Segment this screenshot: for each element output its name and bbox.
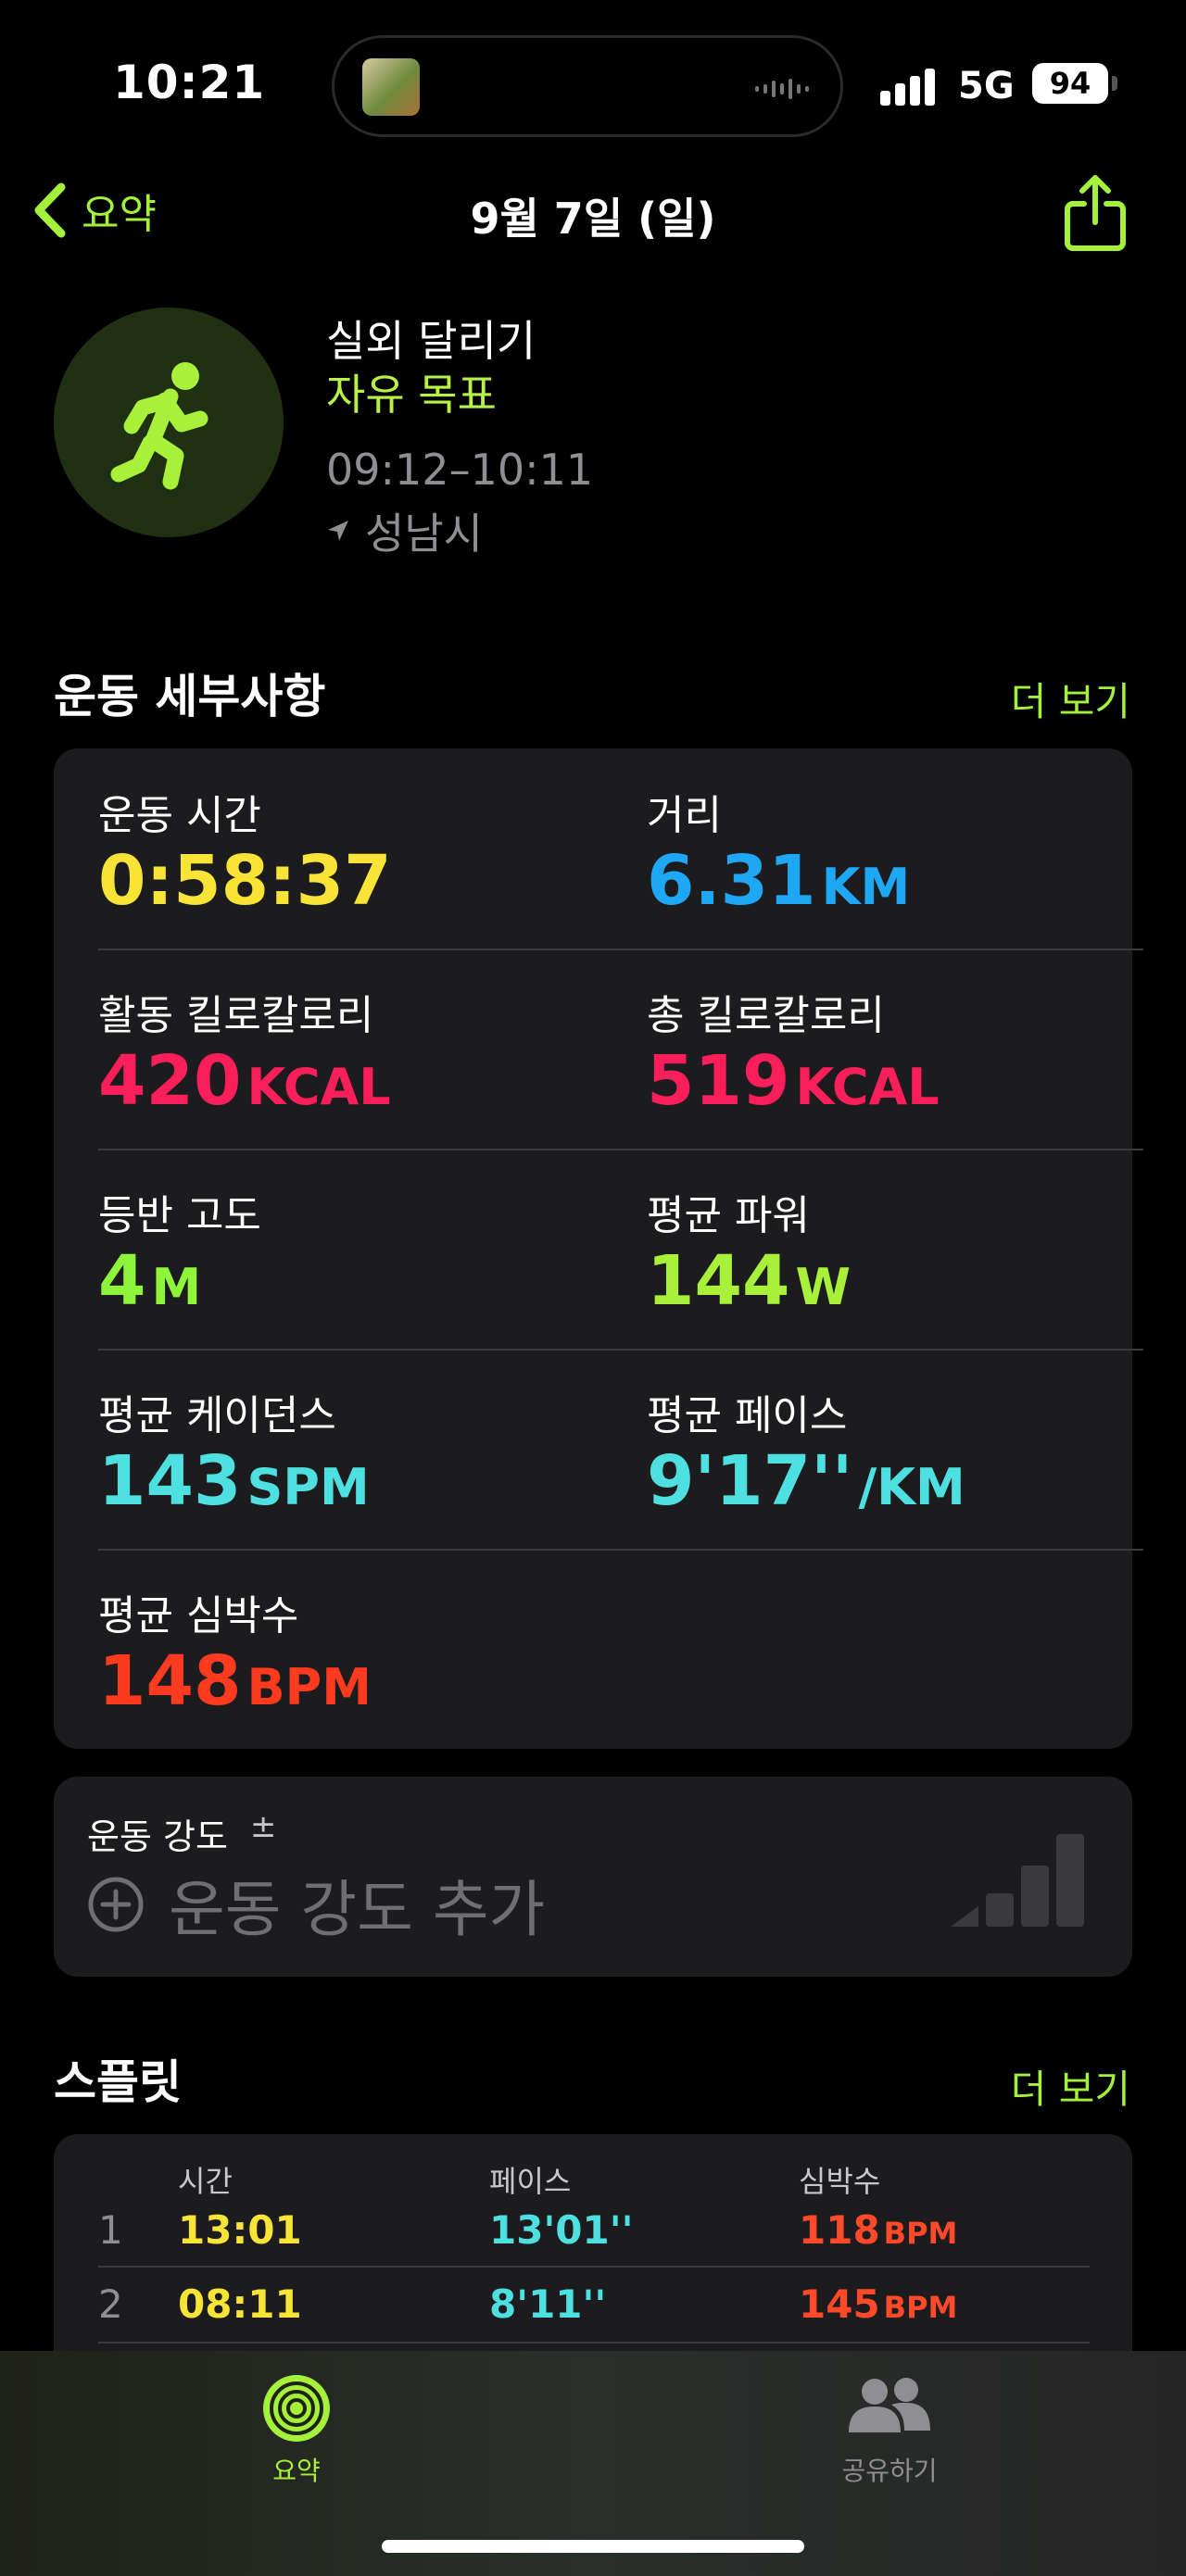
split-header-heart-rate: 심박수 bbox=[799, 2164, 881, 2199]
home-indicator[interactable] bbox=[382, 2540, 804, 2553]
effort-card[interactable]: 운동 강도 ± 운동 강도 추가 bbox=[54, 1777, 1132, 1977]
details-section-title: 운동 세부사항 bbox=[54, 670, 326, 723]
workout-goal: 자유 목표 bbox=[326, 370, 497, 420]
network-type: 5G bbox=[958, 65, 1015, 107]
add-effort-label: 운동 강도 추가 bbox=[169, 1874, 546, 1945]
split-heart-rate: 145 BPM bbox=[799, 2281, 958, 2327]
split-index: 1 bbox=[98, 2207, 123, 2253]
metric-label-duration: 운동 시간 bbox=[98, 792, 261, 839]
plus-circle-icon bbox=[88, 1877, 144, 1932]
now-playing-artwork bbox=[362, 58, 420, 116]
row-divider bbox=[98, 949, 1143, 950]
effort-label: 운동 강도 bbox=[87, 1816, 228, 1857]
status-time: 10:21 bbox=[113, 56, 266, 109]
metric-label-cadence: 평균 케이던스 bbox=[98, 1392, 336, 1439]
effort-scale-icon bbox=[951, 1834, 1084, 1927]
row-divider bbox=[98, 1549, 1143, 1551]
splits-section-title: 스플릿 bbox=[54, 2055, 182, 2109]
metric-value-active-kcal: 420 KCAL bbox=[98, 1041, 391, 1121]
details-card: 운동 시간 0:58:37 거리 6.31 KM 활동 킬로칼로리 420 KCAL… bbox=[54, 748, 1143, 1749]
row-divider bbox=[98, 2342, 1090, 2344]
metric-label-pace: 평균 페이스 bbox=[647, 1392, 848, 1439]
activity-rings-icon bbox=[263, 2375, 330, 2442]
metric-label-active-kcal: 활동 킬로칼로리 bbox=[98, 992, 374, 1039]
metric-value-heart-rate: 148 BPM bbox=[98, 1641, 372, 1721]
running-activity-icon bbox=[54, 308, 284, 537]
metric-value-cadence: 143 SPM bbox=[98, 1441, 370, 1521]
tab-summary-label: 요약 bbox=[272, 2456, 321, 2486]
runner-icon bbox=[110, 362, 208, 490]
workout-location: 성남시 bbox=[326, 500, 483, 561]
split-header-pace: 페이스 bbox=[489, 2164, 572, 2199]
metric-value-elevation: 4M bbox=[98, 1241, 202, 1321]
metric-value-total-kcal: 519 KCAL bbox=[647, 1041, 940, 1121]
split-time: 13:01 bbox=[178, 2207, 302, 2253]
battery-indicator: 94 bbox=[1032, 63, 1108, 104]
tab-sharing[interactable]: 공유하기 bbox=[741, 2351, 1038, 2499]
battery-tip bbox=[1112, 76, 1117, 91]
add-effort-button[interactable]: 운동 강도 추가 bbox=[87, 1867, 545, 1945]
split-heart-rate: 118 BPM bbox=[799, 2207, 958, 2253]
split-time: 08:11 bbox=[178, 2281, 302, 2327]
metric-label-total-kcal: 총 킬로칼로리 bbox=[647, 992, 885, 1039]
split-header-time: 시간 bbox=[178, 2164, 233, 2199]
row-divider bbox=[98, 1149, 1143, 1150]
splits-more-link[interactable]: 더 보기 bbox=[1011, 2058, 1130, 2115]
tab-summary[interactable]: 요약 bbox=[148, 2351, 445, 2499]
tab-sharing-label: 공유하기 bbox=[841, 2456, 938, 2486]
location-arrow-icon bbox=[328, 521, 348, 541]
metric-label-elevation: 등반 고도 bbox=[98, 1192, 261, 1239]
share-icon bbox=[1065, 175, 1126, 251]
workout-time-range: 09:12–10:11 bbox=[326, 445, 594, 495]
share-button[interactable] bbox=[1062, 172, 1129, 252]
metric-value-pace: 9'17''/KM bbox=[647, 1441, 965, 1521]
split-pace: 8'11'' bbox=[489, 2281, 607, 2327]
row-divider bbox=[98, 1349, 1143, 1351]
dynamic-island[interactable] bbox=[332, 35, 843, 137]
audio-waveform-icon bbox=[755, 79, 814, 99]
split-index: 2 bbox=[98, 2281, 123, 2327]
metric-value-duration: 0:58:37 bbox=[98, 841, 392, 921]
row-divider bbox=[98, 2266, 1090, 2268]
plus-minus-icon: ± bbox=[249, 1808, 277, 1845]
page-title: 9월 7일 (일) bbox=[470, 194, 716, 244]
location-name: 성남시 bbox=[365, 509, 483, 559]
cellular-signal-icon bbox=[880, 59, 938, 106]
effort-header: 운동 강도 ± bbox=[87, 1808, 276, 1859]
split-pace: 13'01'' bbox=[489, 2207, 634, 2253]
metric-value-power: 144 W bbox=[647, 1241, 852, 1321]
workout-name: 실외 달리기 bbox=[326, 316, 536, 366]
metric-label-distance: 거리 bbox=[647, 792, 722, 839]
metric-label-heart-rate: 평균 심박수 bbox=[98, 1592, 299, 1640]
details-more-link[interactable]: 더 보기 bbox=[1011, 671, 1130, 727]
metric-value-distance: 6.31 KM bbox=[647, 841, 911, 921]
metric-label-power: 평균 파워 bbox=[647, 1192, 810, 1239]
people-icon bbox=[849, 2378, 930, 2432]
